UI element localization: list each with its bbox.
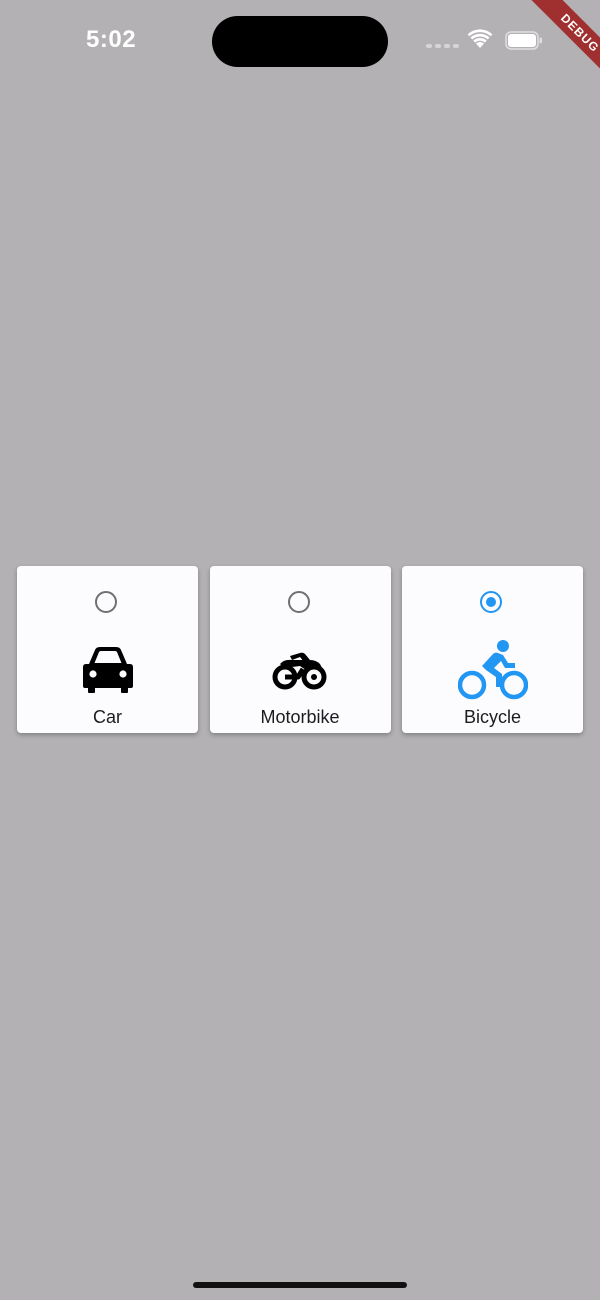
debug-banner: DEBUG — [490, 0, 600, 110]
motorbike-icon — [210, 638, 391, 702]
option-card-bicycle[interactable]: Bicycle — [402, 566, 583, 733]
radio-bicycle[interactable] — [480, 591, 502, 613]
bicycle-icon — [402, 638, 583, 702]
cellular-signal-icon — [426, 44, 459, 48]
dynamic-island — [212, 16, 388, 67]
option-card-motorbike[interactable]: Motorbike — [209, 566, 391, 733]
option-card-car[interactable]: Car — [17, 566, 198, 733]
option-label-motorbike: Motorbike — [260, 707, 340, 727]
radio-car[interactable] — [95, 591, 117, 613]
option-label-bicycle: Bicycle — [463, 707, 521, 727]
app-screen: 5:02 DEBUG Car Motorbike Bicycle — [0, 0, 600, 1300]
home-indicator[interactable] — [193, 1282, 407, 1288]
status-time: 5:02 — [86, 26, 137, 53]
debug-banner-label: DEBUG — [515, 0, 600, 98]
car-icon — [17, 638, 198, 702]
option-label-car: Car — [92, 707, 122, 727]
vehicle-options: Car Motorbike Bicycle — [17, 566, 583, 733]
radio-motorbike[interactable] — [287, 591, 310, 613]
